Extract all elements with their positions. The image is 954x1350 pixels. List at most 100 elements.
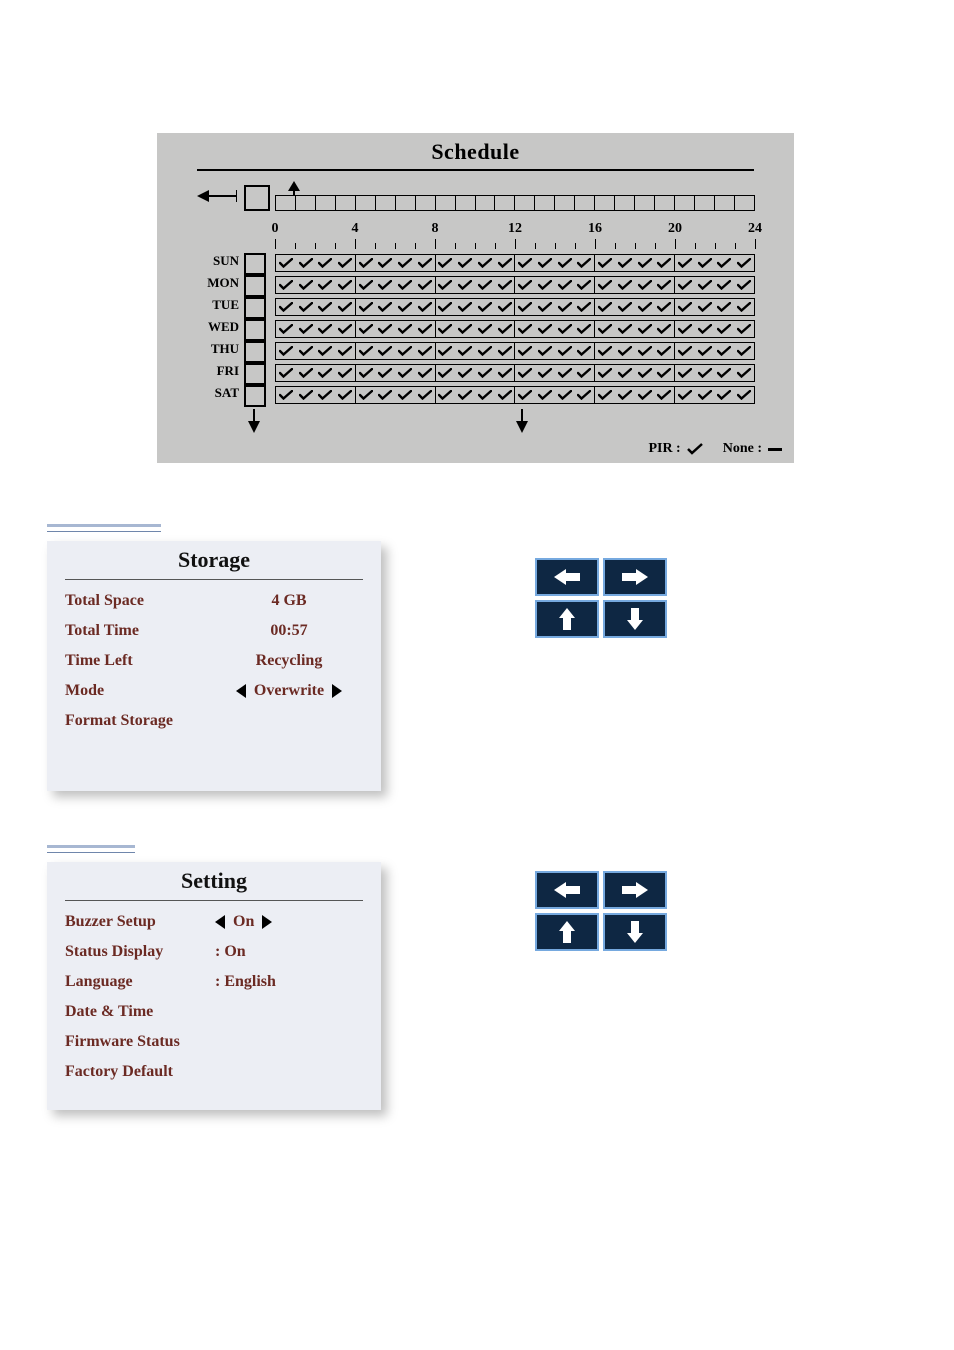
schedule-hour-slot[interactable]	[615, 255, 635, 271]
schedule-hour-slot[interactable]	[594, 365, 615, 381]
schedule-hour-slot[interactable]	[575, 343, 595, 359]
schedule-hour-slot[interactable]	[435, 343, 456, 359]
schedule-hour-slot[interactable]	[475, 321, 495, 337]
schedule-hour-slot[interactable]	[475, 255, 495, 271]
schedule-hour-slot[interactable]	[435, 299, 456, 315]
schedule-day-checkbox[interactable]	[244, 297, 266, 319]
schedule-hour-slot[interactable]	[435, 387, 456, 403]
schedule-hour-slot[interactable]	[714, 343, 734, 359]
triangle-left-icon[interactable]	[236, 684, 246, 698]
storage-row-mode[interactable]: Mode Overwrite	[65, 682, 363, 700]
schedule-header-cell[interactable]	[494, 195, 514, 211]
schedule-hour-slot[interactable]	[495, 343, 515, 359]
schedule-hour-slot[interactable]	[594, 343, 615, 359]
schedule-header-cell[interactable]	[295, 195, 315, 211]
schedule-header-cell[interactable]	[734, 195, 755, 211]
schedule-hour-slot[interactable]	[315, 321, 335, 337]
schedule-hour-slot[interactable]	[734, 277, 755, 293]
schedule-hour-slot[interactable]	[594, 387, 615, 403]
schedule-hour-slot[interactable]	[615, 343, 635, 359]
schedule-hour-slot[interactable]	[275, 343, 296, 359]
schedule-hour-slot[interactable]	[355, 321, 376, 337]
schedule-hour-slot[interactable]	[395, 299, 415, 315]
schedule-hour-slot[interactable]	[674, 343, 695, 359]
schedule-hour-slot[interactable]	[514, 343, 535, 359]
schedule-hour-slot[interactable]	[376, 365, 396, 381]
schedule-hour-slot[interactable]	[495, 277, 515, 293]
storage-row-time-left[interactable]: Time Left Recycling	[65, 652, 363, 670]
schedule-master-checkbox[interactable]	[244, 185, 270, 211]
schedule-hour-slot[interactable]	[654, 321, 674, 337]
schedule-hour-slot[interactable]	[535, 387, 555, 403]
schedule-hour-slot[interactable]	[455, 277, 475, 293]
schedule-hour-slot[interactable]	[415, 299, 435, 315]
schedule-hour-slot[interactable]	[695, 321, 715, 337]
schedule-hour-slot[interactable]	[734, 321, 755, 337]
schedule-hour-slot[interactable]	[695, 343, 715, 359]
schedule-hour-slot[interactable]	[275, 277, 296, 293]
schedule-hour-slot[interactable]	[654, 343, 674, 359]
schedule-hour-slot[interactable]	[395, 387, 415, 403]
schedule-hour-slot[interactable]	[635, 277, 655, 293]
schedule-hour-slot[interactable]	[714, 365, 734, 381]
schedule-hour-slot[interactable]	[615, 387, 635, 403]
schedule-header-grid[interactable]	[275, 195, 755, 211]
schedule-hour-slot[interactable]	[435, 321, 456, 337]
schedule-hour-slot[interactable]	[555, 365, 575, 381]
schedule-hour-slot[interactable]	[415, 321, 435, 337]
schedule-hour-slot[interactable]	[395, 343, 415, 359]
schedule-hour-slot[interactable]	[275, 321, 296, 337]
schedule-hour-slot[interactable]	[335, 387, 355, 403]
schedule-hour-slot[interactable]	[635, 321, 655, 337]
schedule-header-cell[interactable]	[355, 195, 375, 211]
schedule-hour-slot[interactable]	[335, 277, 355, 293]
schedule-hour-slot[interactable]	[635, 387, 655, 403]
dpad-left-button[interactable]	[535, 871, 599, 909]
schedule-day-grid[interactable]	[275, 320, 755, 338]
schedule-day-grid[interactable]	[275, 364, 755, 382]
schedule-hour-slot[interactable]	[475, 387, 495, 403]
schedule-hour-slot[interactable]	[594, 277, 615, 293]
schedule-hour-slot[interactable]	[734, 365, 755, 381]
schedule-hour-slot[interactable]	[376, 343, 396, 359]
schedule-hour-slot[interactable]	[355, 365, 376, 381]
schedule-hour-slot[interactable]	[714, 387, 734, 403]
schedule-hour-slot[interactable]	[535, 343, 555, 359]
schedule-hour-slot[interactable]	[395, 255, 415, 271]
schedule-hour-slot[interactable]	[674, 321, 695, 337]
schedule-hour-slot[interactable]	[615, 299, 635, 315]
schedule-day-checkbox[interactable]	[244, 253, 266, 275]
schedule-hour-slot[interactable]	[296, 343, 316, 359]
schedule-hour-slot[interactable]	[376, 277, 396, 293]
schedule-hour-slot[interactable]	[335, 365, 355, 381]
schedule-hour-slot[interactable]	[315, 299, 335, 315]
schedule-header-cell[interactable]	[315, 195, 335, 211]
schedule-header-cell[interactable]	[574, 195, 594, 211]
schedule-hour-slot[interactable]	[695, 365, 715, 381]
schedule-hour-slot[interactable]	[555, 387, 575, 403]
schedule-hour-slot[interactable]	[714, 255, 734, 271]
schedule-hour-slot[interactable]	[535, 255, 555, 271]
setting-buzzer-selector[interactable]: On	[215, 913, 363, 931]
schedule-hour-slot[interactable]	[734, 387, 755, 403]
schedule-hour-slot[interactable]	[514, 299, 535, 315]
schedule-day-checkbox[interactable]	[244, 341, 266, 363]
schedule-hour-slot[interactable]	[674, 365, 695, 381]
schedule-header-cell[interactable]	[654, 195, 674, 211]
schedule-hour-slot[interactable]	[355, 387, 376, 403]
schedule-hour-slot[interactable]	[435, 365, 456, 381]
schedule-hour-slot[interactable]	[296, 387, 316, 403]
schedule-hour-slot[interactable]	[495, 387, 515, 403]
dpad-up-button[interactable]	[535, 913, 599, 951]
schedule-hour-slot[interactable]	[315, 277, 335, 293]
schedule-day-checkbox[interactable]	[244, 363, 266, 385]
schedule-hour-slot[interactable]	[635, 255, 655, 271]
schedule-hour-slot[interactable]	[455, 387, 475, 403]
schedule-hour-slot[interactable]	[695, 255, 715, 271]
schedule-hour-slot[interactable]	[575, 321, 595, 337]
schedule-hour-slot[interactable]	[575, 255, 595, 271]
schedule-hour-slot[interactable]	[296, 255, 316, 271]
schedule-hour-slot[interactable]	[495, 299, 515, 315]
schedule-day-checkbox[interactable]	[244, 275, 266, 297]
schedule-hour-slot[interactable]	[674, 255, 695, 271]
